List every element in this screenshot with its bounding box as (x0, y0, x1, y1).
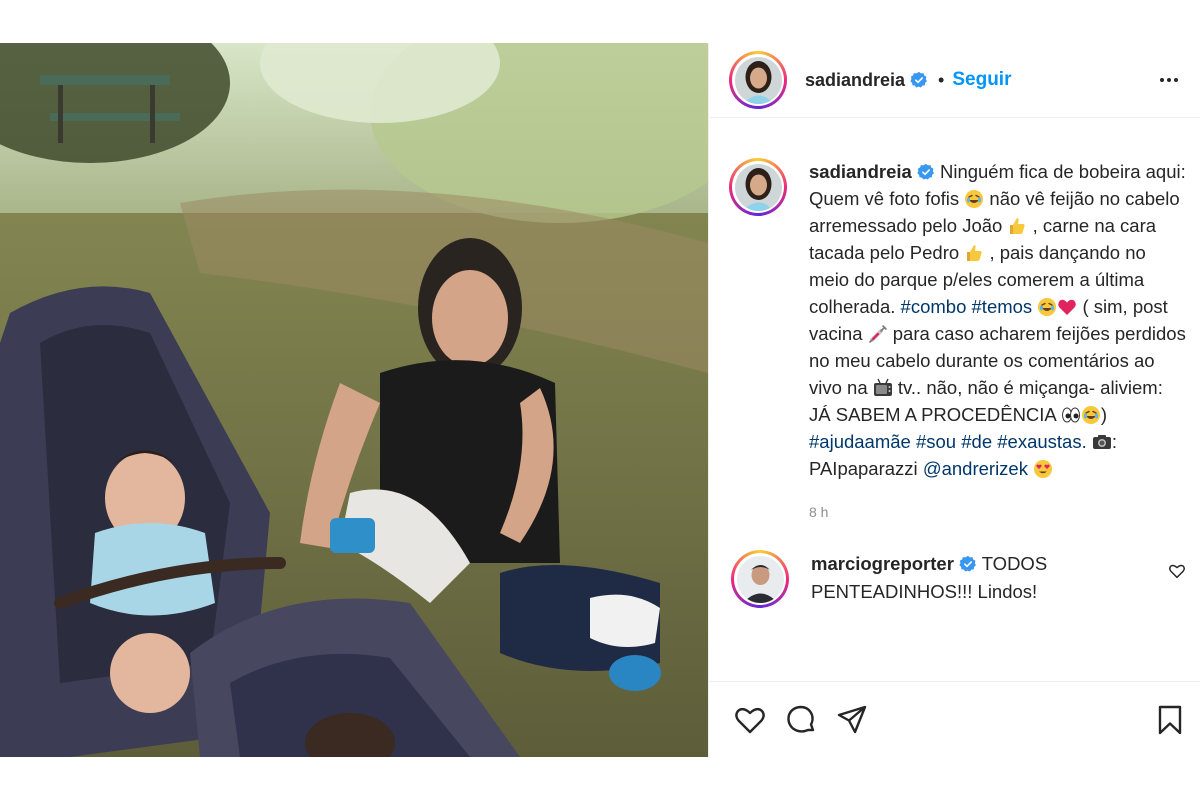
author-username[interactable]: sadiandreia (805, 70, 905, 91)
caption-text: sadiandreia Ninguém fica de bobeira aqui… (809, 158, 1186, 482)
post-caption: sadiandreia Ninguém fica de bobeira aqui… (709, 118, 1200, 482)
post-actions-bar (709, 681, 1200, 757)
red-heart-emoji-icon (1057, 297, 1077, 317)
television-emoji-icon (873, 378, 893, 398)
commenter-username[interactable]: marciogreporter (811, 553, 954, 574)
more-options-icon[interactable] (1156, 67, 1182, 93)
comment-text: marciogreporter TODOS PENTEADINHOS!!! Li… (811, 550, 1151, 608)
heart-icon[interactable] (733, 703, 767, 737)
hashtag-link[interactable]: #temos (972, 296, 1033, 317)
laughing-emoji-icon (1037, 297, 1057, 317)
caption-part: ) (1100, 404, 1108, 425)
heart-eyes-emoji-icon (1033, 459, 1053, 479)
comment-icon[interactable] (784, 703, 818, 737)
verified-badge-icon (910, 71, 928, 89)
mention-link[interactable]: @andrerizek (923, 458, 1028, 479)
hashtag-link[interactable]: #exaustas. (997, 431, 1086, 452)
commenter-avatar[interactable] (731, 550, 789, 608)
thumbs-up-emoji-icon (1007, 216, 1027, 236)
bookmark-icon[interactable] (1153, 703, 1187, 737)
thumbs-up-emoji-icon (964, 243, 984, 263)
laughing-emoji-icon (964, 189, 984, 209)
eyes-emoji-icon (1061, 405, 1081, 425)
separator-dot: • (938, 69, 945, 90)
comment-item: marciogreporter TODOS PENTEADINHOS!!! Li… (709, 520, 1200, 608)
hashtag-link[interactable]: #ajudaamãe (809, 431, 911, 452)
hashtag-link[interactable]: #combo (901, 296, 967, 317)
author-avatar[interactable] (729, 51, 787, 109)
comment-like-heart-icon[interactable] (1168, 562, 1186, 580)
post-timestamp[interactable]: 8 h (809, 504, 1200, 520)
share-icon[interactable] (835, 703, 869, 737)
laughing-emoji-icon (1081, 405, 1101, 425)
hashtag-link[interactable]: #sou (916, 431, 956, 452)
hashtag-link[interactable]: #de (961, 431, 992, 452)
verified-badge-icon (917, 161, 935, 180)
syringe-emoji-icon (868, 324, 888, 344)
post-header: sadiandreia • Seguir (709, 43, 1200, 118)
verified-badge-icon (959, 553, 977, 572)
post-photo[interactable] (0, 43, 708, 757)
follow-button[interactable]: Seguir (952, 69, 1011, 91)
post-panel: sadiandreia • Seguir sadiandreia Ninguém… (708, 43, 1200, 757)
caption-username[interactable]: sadiandreia (809, 161, 912, 182)
camera-emoji-icon (1092, 432, 1112, 452)
caption-author-avatar[interactable] (729, 158, 787, 216)
